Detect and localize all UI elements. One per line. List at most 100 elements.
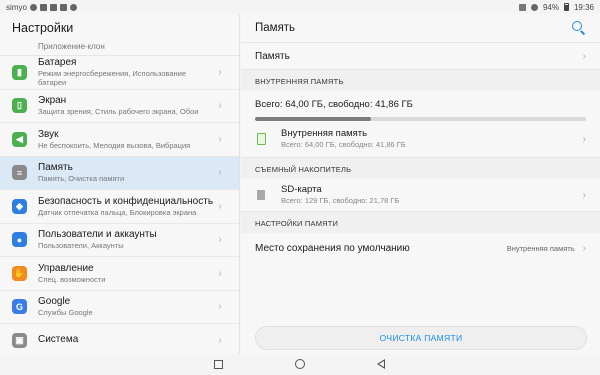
- memory-header: Память: [241, 14, 600, 42]
- sidebar-item-subtitle: Защита зрения, Стиль рабочего экрана, Об…: [38, 107, 199, 117]
- navigation-bar: [0, 354, 600, 375]
- battery-level-icon: [563, 3, 569, 11]
- chevron-right-icon: ›: [218, 200, 222, 212]
- sidebar-item-shield[interactable]: ◆ Безопасность и конфиденциальность Датчик…: [0, 190, 239, 224]
- sidebar-item-memory[interactable]: ≡ Память Память, Очистка памяти ›: [0, 156, 239, 190]
- battery-icon: ▮: [12, 64, 27, 80]
- chevron-right-icon: ›: [218, 267, 222, 279]
- internal-storage-icon: [255, 132, 267, 146]
- chevron-right-icon: ›: [218, 334, 222, 346]
- sidebar-item-label: Звук: [38, 128, 59, 140]
- sidebar-item-text: Пользователи и аккаунты Пользователи, Акк…: [38, 229, 213, 250]
- storage-summary-text: Всего: 64,00 ГБ, свободно: 41,86 ГБ: [255, 99, 413, 110]
- sidebar-item-label: Безопасность и конфиденциальность: [38, 195, 214, 207]
- sound-icon: ◀: [12, 131, 27, 147]
- chevron-right-icon: ›: [218, 66, 222, 78]
- sidebar-item-label: Экран: [38, 95, 67, 107]
- chevron-right-icon: ›: [218, 167, 222, 179]
- clone-app-subtitle: Приложение-клон: [0, 42, 239, 56]
- notification-icon: [29, 3, 37, 11]
- status-right: 94% 19:36: [518, 2, 594, 12]
- sidebar-item-subtitle: Службы Google: [38, 308, 93, 318]
- sidebar-item-text: Управление Спец. возможности: [38, 263, 213, 284]
- sidebar-item-text: Батарея Режим энергосбережения, Использов…: [38, 57, 213, 87]
- sidebar-item-subtitle: Память, Очистка памяти: [38, 174, 125, 184]
- default-location-label: Место сохранения по умолчанию: [255, 242, 410, 254]
- screen-icon: ▯: [12, 98, 27, 114]
- chevron-right-icon: ›: [218, 133, 222, 145]
- sidebar-item-subtitle: Спец. возможности: [38, 274, 106, 284]
- recents-button[interactable]: [214, 360, 223, 369]
- memory-detail-panel: Память Память › ВНУТРЕННЯЯ ПАМЯТЬ Всего:…: [241, 14, 600, 354]
- chevron-right-icon: ›: [582, 133, 586, 145]
- sidebar-item-label: Память: [38, 162, 73, 174]
- sidebar-item-subtitle: Пользователи, Аккаунты: [38, 241, 124, 251]
- carrier-label: simyo: [6, 2, 27, 12]
- sidebar-item-user[interactable]: ● Пользователи и аккаунты Пользователи, Ак…: [0, 224, 239, 257]
- memory-icon: ≡: [12, 165, 27, 181]
- chevron-right-icon: ›: [582, 242, 586, 254]
- sidebar-item-label: Google: [38, 296, 71, 308]
- sidebar-item-text: Google Службы Google: [38, 296, 213, 317]
- sidebar-item-text: Звук Не беспокоить, Мелодия вызова, Вибра…: [38, 129, 213, 150]
- sidebar-item-label: Система: [38, 334, 79, 346]
- memory-row[interactable]: Память ›: [241, 42, 600, 69]
- section-removable-storage: СЪЕМНЫЙ НАКОПИТЕЛЬ: [241, 157, 600, 179]
- shield-icon: ◆: [12, 198, 27, 214]
- sidebar-item-screen[interactable]: ▯ Экран Защита зрения, Стиль рабочего экра…: [0, 90, 239, 123]
- wifi-icon: [530, 3, 538, 11]
- chevron-right-icon: ›: [582, 189, 586, 201]
- sidebar-item-label: Управление: [38, 262, 94, 274]
- mute-icon: [518, 3, 526, 11]
- sidebar-item-hand[interactable]: ✋ Управление Спец. возможности ›: [0, 257, 239, 291]
- chevron-right-icon: ›: [218, 301, 222, 313]
- memory-row-label: Память: [255, 50, 290, 62]
- search-icon[interactable]: [572, 21, 586, 35]
- download-icon: [49, 3, 57, 11]
- facebook-icon: [59, 3, 67, 11]
- storage-summary: Всего: 64,00 ГБ, свободно: 41,86 ГБ: [241, 91, 600, 121]
- battery-percent: 94%: [542, 2, 559, 12]
- more-notifications-icon: [69, 3, 77, 11]
- sidebar-item-sound[interactable]: ◀ Звук Не беспокоить, Мелодия вызова, Вибр…: [0, 123, 239, 157]
- settings-list-panel: Настройки Приложение-клон ▮ Батарея Режим …: [0, 14, 240, 354]
- sd-card-icon: [255, 188, 267, 202]
- internal-storage-sub: Всего: 64,00 ГБ, свободно: 41,86 ГБ: [281, 140, 406, 149]
- play-store-icon: [39, 3, 47, 11]
- sidebar-item-label: Пользователи и аккаунты: [38, 229, 157, 241]
- sidebar-item-text: Безопасность и конфиденциальность Датчик …: [38, 196, 213, 217]
- sidebar-item-text: Экран Защита зрения, Стиль рабочего экран…: [38, 95, 213, 116]
- status-bar: simyo 94% 19:36: [0, 0, 600, 14]
- sd-card-row[interactable]: SD-карта Всего: 129 ГБ, свободно: 21,78 …: [241, 179, 600, 211]
- home-button[interactable]: [295, 359, 305, 369]
- chevron-right-icon: ›: [218, 100, 222, 112]
- google-icon: G: [12, 299, 27, 315]
- settings-title: Настройки: [12, 21, 74, 35]
- sidebar-item-battery[interactable]: ▮ Батарея Режим энергосбережения, Использо…: [0, 56, 239, 90]
- page-title: Память: [255, 22, 296, 34]
- default-location-value: Внутренняя память: [506, 243, 575, 253]
- sidebar-item-text: Система: [38, 334, 213, 346]
- system-icon: ▣: [12, 332, 27, 348]
- default-location-row[interactable]: Место сохранения по умолчанию Внутренняя…: [241, 233, 600, 263]
- status-left: simyo: [6, 3, 77, 12]
- clock: 19:36: [573, 2, 594, 12]
- sidebar-item-subtitle: Режим энергосбережения, Использование ба…: [38, 69, 186, 88]
- section-memory-settings: НАСТРОЙКИ ПАМЯТИ: [241, 211, 600, 233]
- clean-memory-button[interactable]: ОЧИСТКА ПАМЯТИ: [255, 326, 587, 350]
- sidebar-item-text: Память Память, Очистка памяти: [38, 162, 213, 183]
- settings-menu: ▮ Батарея Режим энергосбережения, Использо…: [0, 56, 239, 354]
- chevron-right-icon: ›: [218, 234, 222, 246]
- sidebar-item-google[interactable]: G Google Службы Google ›: [0, 291, 239, 324]
- sidebar-item-system[interactable]: ▣ Система ›: [0, 324, 239, 354]
- internal-storage-label: Внутренняя память: [281, 128, 368, 139]
- section-internal-memory: ВНУТРЕННЯЯ ПАМЯТЬ: [241, 69, 600, 91]
- sd-card-sub: Всего: 129 ГБ, свободно: 21,78 ГБ: [281, 196, 400, 205]
- internal-storage-row[interactable]: Внутренняя память Всего: 64,00 ГБ, свобо…: [241, 121, 600, 157]
- sidebar-item-subtitle: Не беспокоить, Мелодия вызова, Вибрация: [38, 140, 191, 150]
- user-icon: ●: [12, 232, 27, 248]
- sidebar-item-subtitle: Датчик отпечатка пальца, Блокировка экра…: [38, 207, 197, 217]
- hand-icon: ✋: [12, 265, 27, 281]
- back-button[interactable]: [377, 359, 385, 369]
- sd-card-label: SD-карта: [281, 184, 322, 195]
